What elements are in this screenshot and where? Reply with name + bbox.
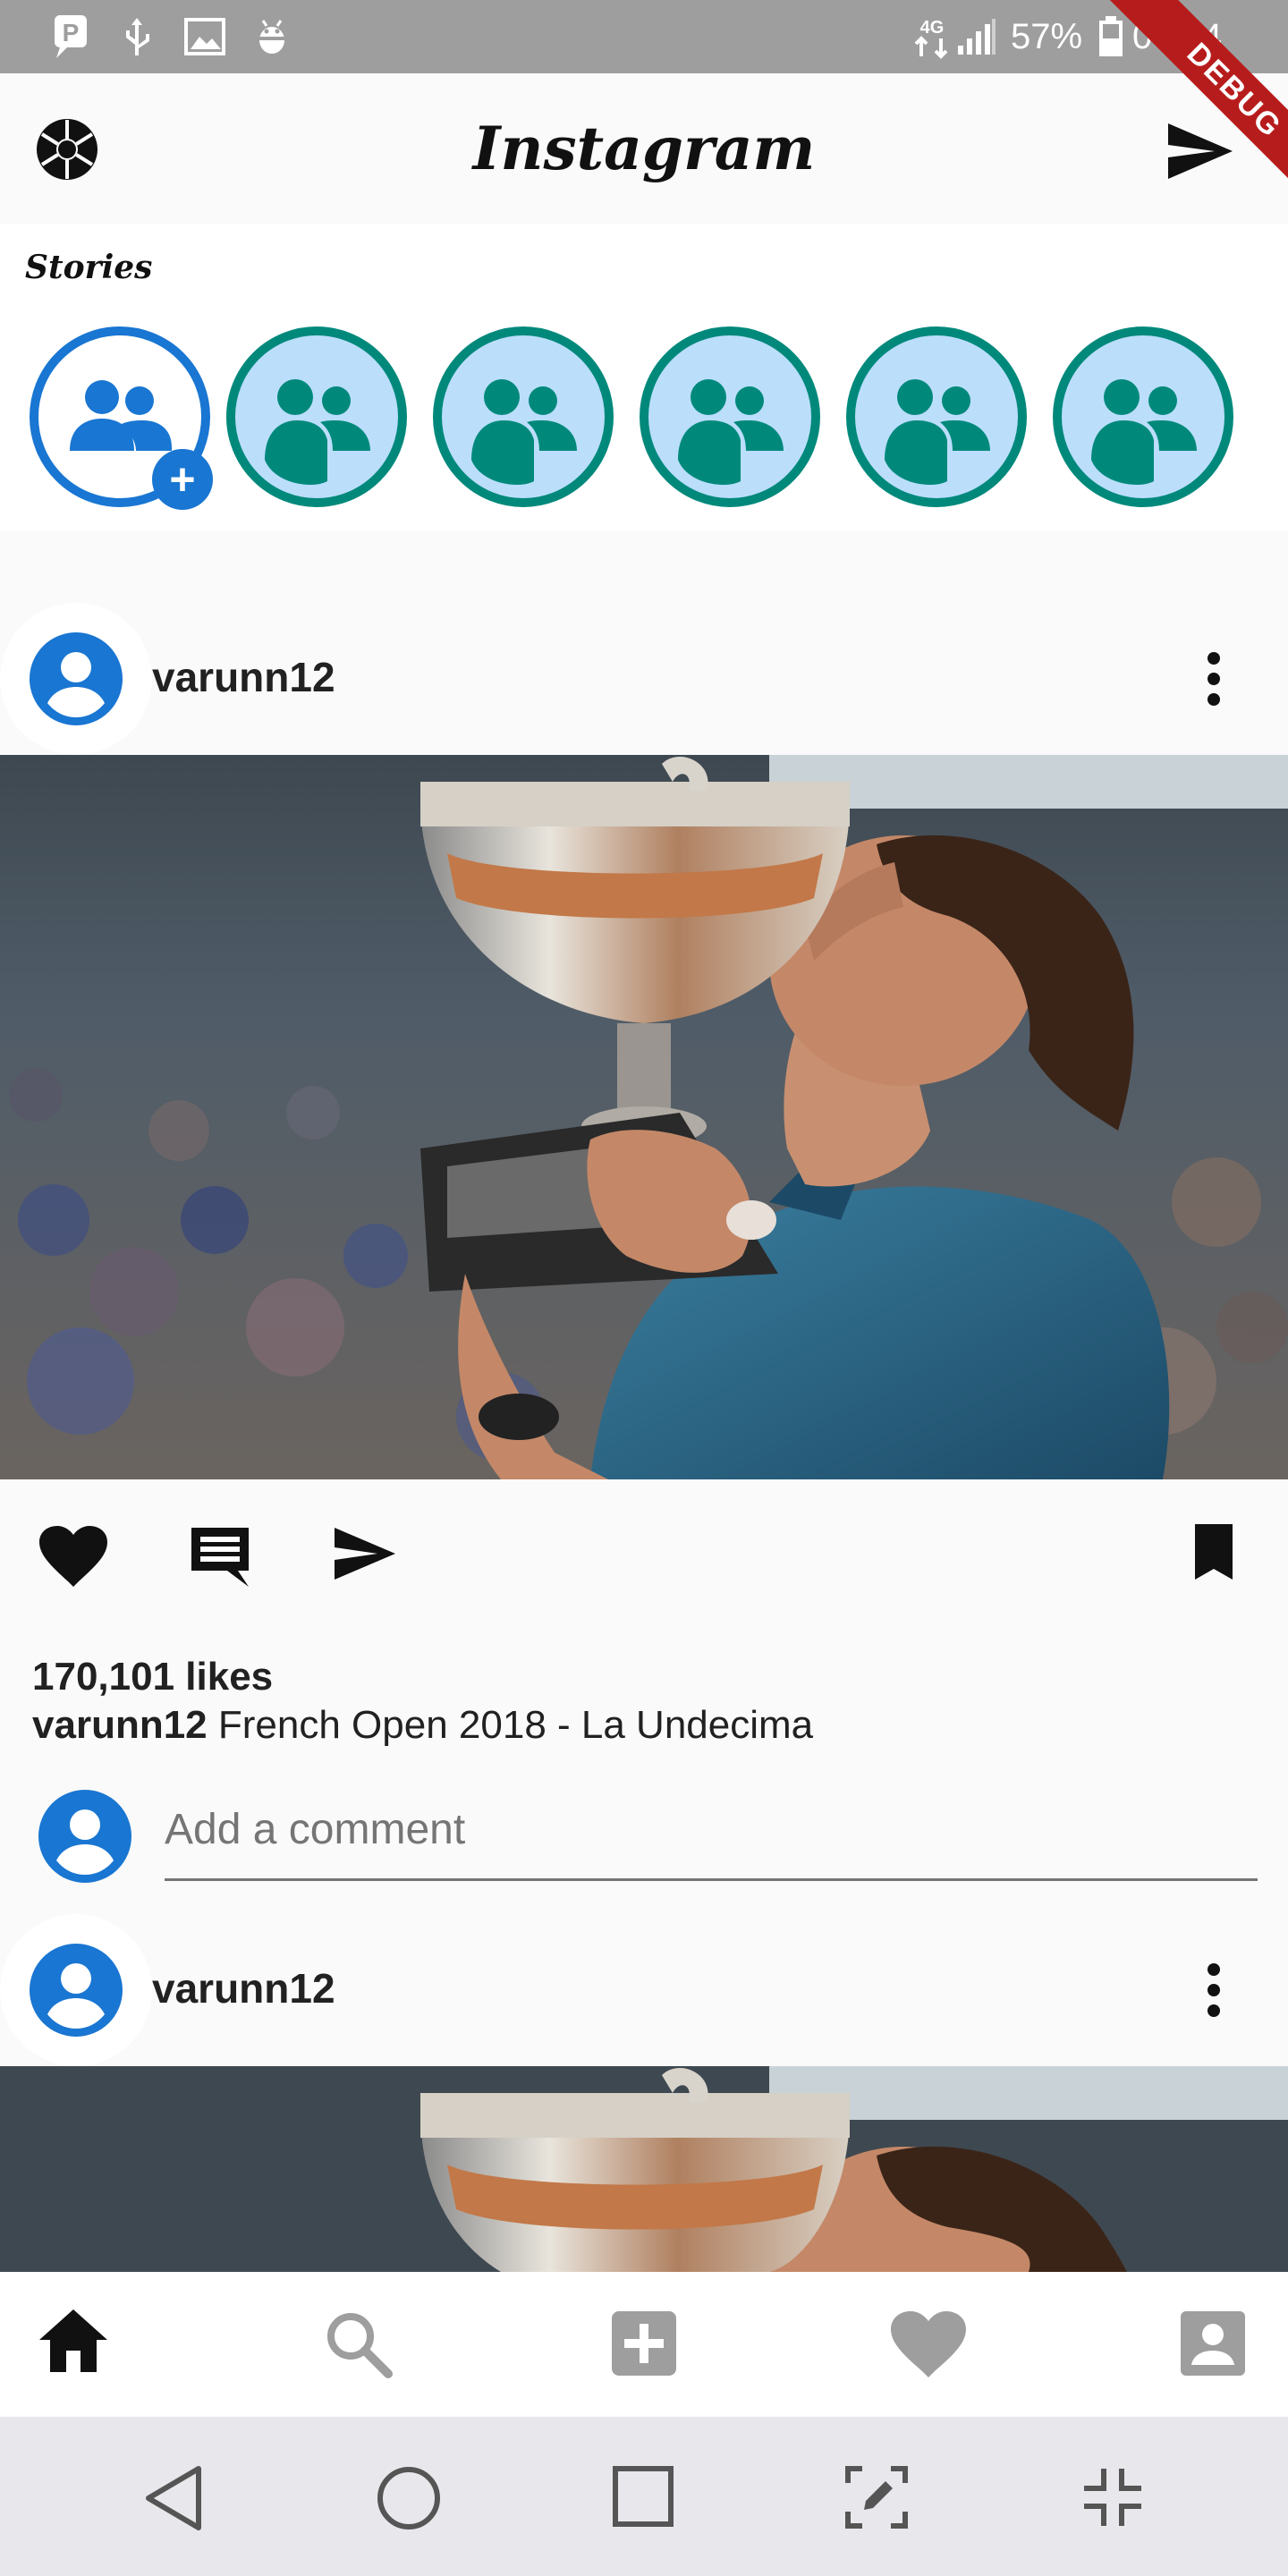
add-story-badge: + (169, 454, 196, 504)
android-debug-icon (249, 0, 295, 73)
battery-percent: 57% (1011, 17, 1083, 56)
comment-input[interactable] (165, 1780, 1258, 1881)
story-item[interactable] (432, 326, 614, 508)
collapse-icon[interactable] (1080, 2465, 1145, 2529)
likes-count: 170,101 likes (32, 1655, 274, 1699)
post-image[interactable] (0, 755, 1288, 1479)
post-image[interactable] (0, 2066, 1288, 2272)
send-icon[interactable] (1165, 120, 1236, 182)
own-story[interactable]: + (29, 326, 213, 510)
app-title: Instagram (472, 114, 816, 183)
p-notification-icon: P (48, 0, 93, 73)
bookmark-icon[interactable] (1191, 1522, 1236, 1581)
svg-text:P: P (63, 19, 80, 47)
account-circle-icon (38, 1789, 132, 1884)
caption-username[interactable]: varunn12 (32, 1703, 208, 1747)
network-type: 4G (912, 0, 952, 73)
story-item[interactable] (1052, 326, 1234, 508)
story-item[interactable] (845, 326, 1028, 508)
send-icon[interactable] (331, 1524, 399, 1583)
search-icon[interactable] (322, 2308, 394, 2379)
post-username[interactable]: varunn12 (152, 1964, 335, 2012)
story-item[interactable] (225, 326, 408, 508)
home-icon[interactable] (38, 2308, 109, 2374)
account-box-icon[interactable] (1179, 2309, 1247, 2377)
story-item[interactable] (639, 326, 821, 508)
comment-icon[interactable] (188, 1524, 252, 1589)
back-icon[interactable] (143, 2465, 206, 2531)
signal-icon (955, 0, 998, 73)
usb-icon (114, 0, 159, 73)
account-circle-icon[interactable] (29, 1943, 123, 2038)
account-circle-icon[interactable] (29, 631, 123, 726)
screenshot-edit-icon[interactable] (844, 2465, 909, 2529)
svg-text:4G: 4G (920, 18, 945, 38)
post-caption: varunn12 French Open 2018 - La Undecima (32, 1703, 813, 1748)
more-vert-icon[interactable] (1200, 648, 1227, 710)
camera-aperture-icon[interactable] (34, 116, 100, 182)
add-box-icon[interactable] (610, 2309, 678, 2377)
heart-icon[interactable] (38, 1524, 109, 1590)
status-bar: P 4G 57% 04:04 (0, 0, 1288, 73)
recents-icon[interactable] (612, 2465, 674, 2528)
post-username[interactable]: varunn12 (152, 653, 335, 701)
more-vert-icon[interactable] (1200, 1959, 1227, 2021)
heart-icon[interactable] (889, 2309, 968, 2381)
home-circle-icon[interactable] (376, 2465, 442, 2531)
stories-label: Stories (25, 249, 153, 286)
caption-text: French Open 2018 - La Undecima (217, 1703, 814, 1747)
image-icon (181, 0, 229, 73)
